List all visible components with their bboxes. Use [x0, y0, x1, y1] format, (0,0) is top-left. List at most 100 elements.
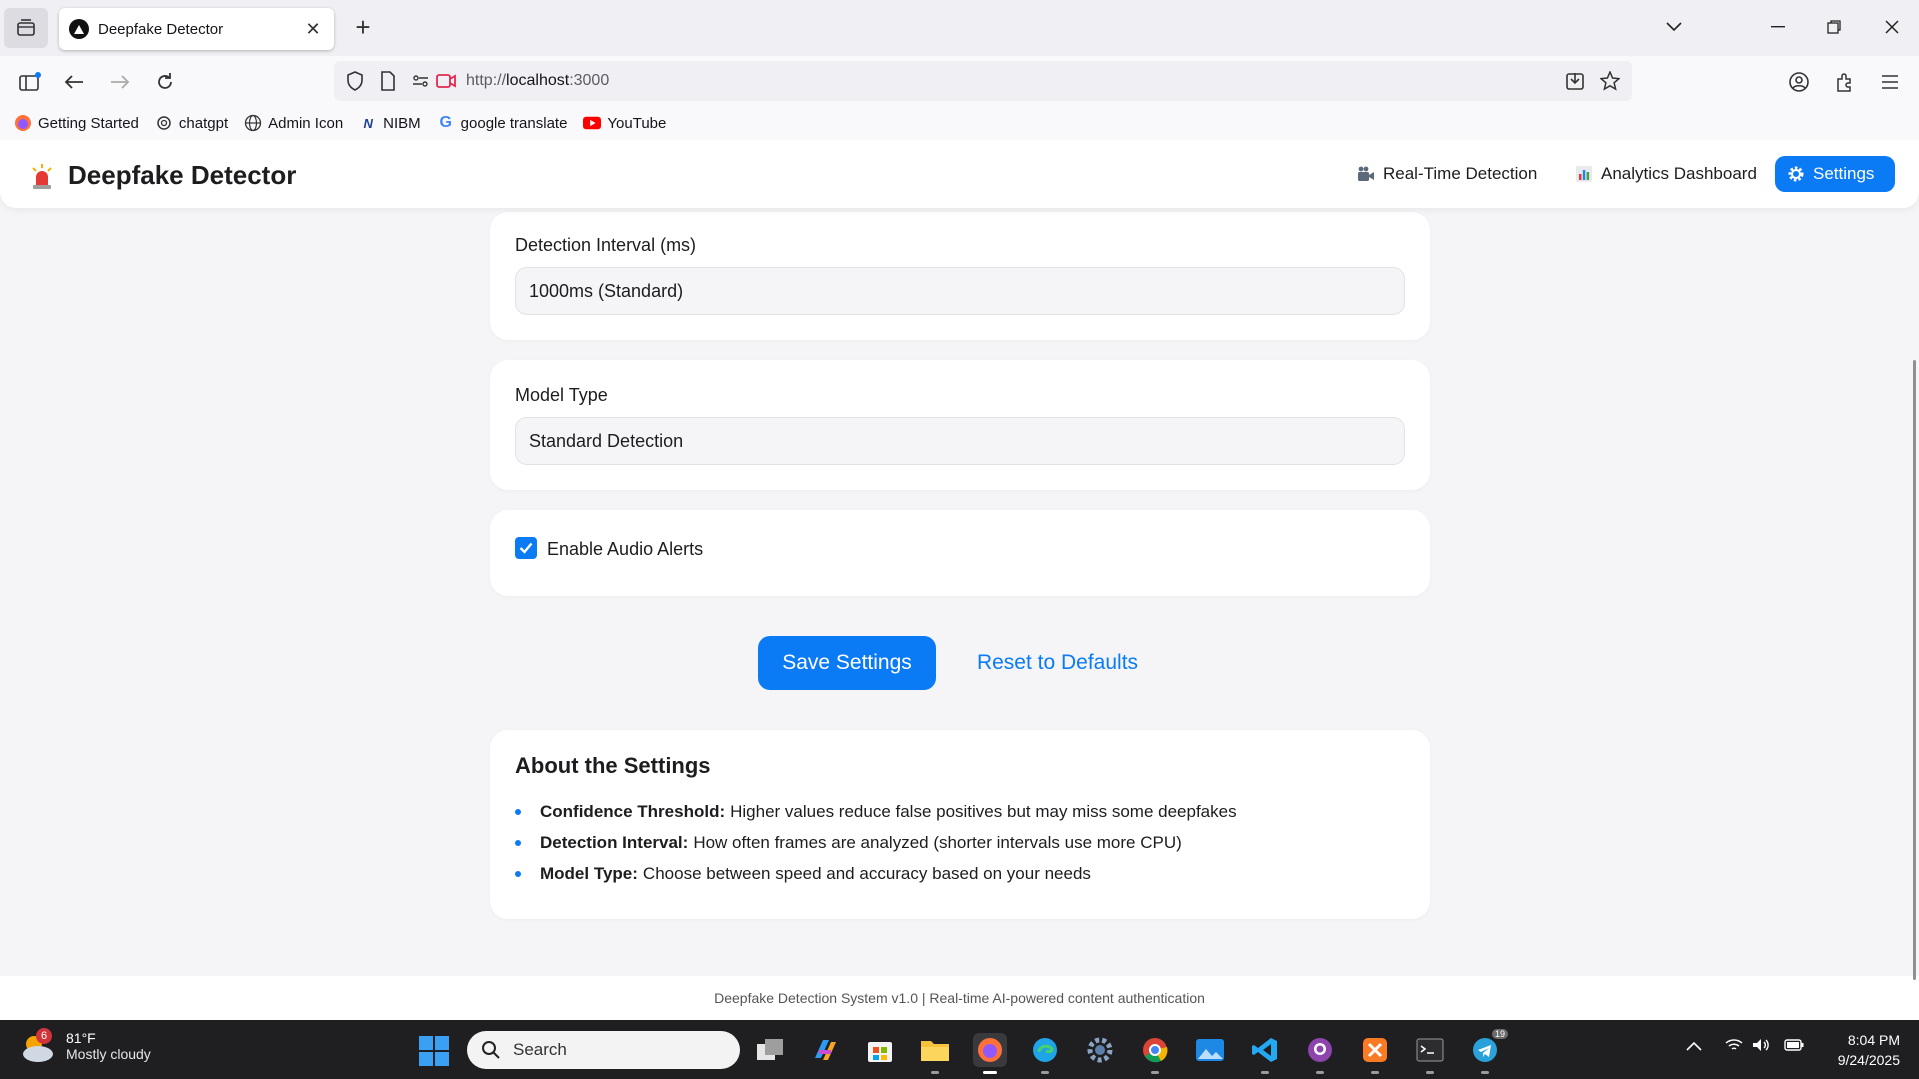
clock-time: 8:04 PM — [1847, 1032, 1900, 1048]
weather-badge: 6 — [36, 1028, 52, 1044]
microsoft-store-icon[interactable] — [863, 1033, 897, 1067]
menu-icon[interactable] — [1874, 66, 1906, 98]
xampp-icon[interactable] — [1358, 1033, 1392, 1074]
minimize-button[interactable] — [1760, 12, 1796, 42]
windows-taskbar: 6 81°F Mostly cloudy Search 19 8:04 PM 9… — [0, 1020, 1919, 1079]
youtube-icon — [583, 114, 602, 132]
taskbar-search[interactable]: Search — [467, 1031, 740, 1069]
detection-interval-select[interactable]: 1000ms (Standard) — [515, 267, 1405, 315]
wifi-icon[interactable] — [1725, 1038, 1743, 1055]
browser-tabbar: Deepfake Detector ✕ + — [0, 0, 1919, 56]
page-info-icon[interactable] — [380, 71, 396, 91]
firefox-taskbar-icon[interactable] — [973, 1033, 1007, 1074]
bookmark-admin-icon[interactable]: Admin Icon — [244, 114, 343, 132]
bookmark-nibm[interactable]: N NIBM — [359, 114, 420, 132]
vscode-icon[interactable] — [1248, 1033, 1282, 1074]
bullet — [515, 808, 521, 815]
nav-settings[interactable]: Settings — [1775, 156, 1895, 192]
gear-icon — [1787, 165, 1805, 183]
sidebar-toggle-icon[interactable] — [14, 66, 46, 98]
start-button[interactable] — [419, 1036, 449, 1066]
weather-temp: 81°F — [66, 1030, 96, 1046]
bookmark-youtube[interactable]: YouTube — [583, 114, 666, 132]
file-explorer-icon[interactable] — [918, 1033, 952, 1074]
tab-list-button[interactable] — [4, 8, 48, 48]
taskbar-clock[interactable]: 8:04 PM 9/24/2025 — [1820, 1030, 1900, 1070]
url-text[interactable]: http://localhost:3000 — [466, 72, 609, 90]
bookmark-chatgpt[interactable]: chatgpt — [155, 114, 228, 132]
page-scrollbar[interactable] — [1913, 360, 1916, 980]
list-item: Model Type: Choose between speed and accu… — [515, 858, 1237, 889]
brand[interactable]: Deepfake Detector — [30, 160, 296, 191]
new-tab-button[interactable]: + — [348, 12, 378, 42]
tab-close-icon[interactable]: ✕ — [302, 19, 324, 40]
tab-title: Deepfake Detector — [98, 20, 224, 38]
siren-icon — [32, 163, 52, 189]
audio-alerts-toggle[interactable]: Enable Audio Alerts — [515, 535, 703, 560]
extensions-icon[interactable] — [1829, 66, 1861, 98]
list-item: Detection Interval: How often frames are … — [515, 827, 1237, 858]
running-indicator — [1041, 1071, 1049, 1074]
edge-icon[interactable] — [1028, 1033, 1062, 1074]
audio-alerts-label: Enable Audio Alerts — [547, 539, 704, 559]
permissions-icon[interactable] — [412, 73, 432, 89]
camera-icon — [1357, 165, 1375, 183]
account-icon[interactable] — [1783, 66, 1815, 98]
weather-desc: Mostly cloudy — [66, 1046, 151, 1062]
close-window-button[interactable] — [1874, 12, 1910, 42]
checkmark-icon — [519, 542, 533, 554]
download-icon[interactable] — [1565, 71, 1585, 91]
bullet — [515, 870, 521, 877]
tray-overflow-chevron-icon[interactable] — [1686, 1038, 1702, 1054]
running-indicator — [1371, 1071, 1379, 1074]
nibm-icon: N — [363, 115, 373, 131]
photos-icon[interactable] — [1193, 1033, 1227, 1067]
forward-arrow-icon[interactable] — [104, 66, 136, 98]
url-bar[interactable]: http://localhost:3000 — [334, 61, 1632, 101]
firefox-icon — [14, 114, 32, 132]
bookmark-google-translate[interactable]: G google translate — [437, 114, 567, 132]
globe-icon — [244, 114, 262, 132]
running-indicator — [1481, 1071, 1489, 1074]
camera-in-use-icon[interactable] — [436, 73, 456, 89]
terminal-icon[interactable] — [1413, 1033, 1447, 1074]
browser-tab-active[interactable]: Deepfake Detector ✕ — [59, 8, 334, 50]
triangle-favicon-icon — [69, 19, 89, 39]
model-type-select[interactable]: Standard Detection — [515, 417, 1405, 465]
copilot-icon[interactable] — [808, 1033, 842, 1067]
brand-name: Deepfake Detector — [68, 160, 297, 190]
about-settings-card: About the Settings Confidence Threshold:… — [490, 730, 1430, 919]
audio-alerts-checkbox[interactable] — [515, 536, 537, 559]
browser-navbar: http://localhost:3000 — [0, 56, 1919, 106]
reload-icon[interactable] — [149, 66, 181, 98]
reset-defaults-button[interactable]: Reset to Defaults — [960, 636, 1155, 690]
save-settings-button[interactable]: Save Settings — [758, 636, 936, 690]
detection-interval-label: Detection Interval (ms) — [515, 235, 697, 255]
google-icon: G — [439, 114, 452, 131]
tab-overflow-chevron-icon[interactable] — [1656, 12, 1692, 42]
settings-app-icon[interactable] — [1083, 1033, 1117, 1067]
restore-button[interactable] — [1816, 12, 1852, 42]
volume-icon[interactable] — [1752, 1038, 1770, 1055]
telegram-badge: 19 — [1491, 1029, 1508, 1039]
github-icon[interactable] — [1303, 1033, 1337, 1074]
bookmark-star-icon[interactable] — [1600, 71, 1620, 91]
bookmark-getting-started[interactable]: Getting Started — [14, 114, 139, 132]
shield-icon[interactable] — [346, 71, 364, 91]
bar-chart-icon — [1575, 165, 1593, 183]
back-arrow-icon[interactable] — [58, 66, 90, 98]
chrome-icon[interactable] — [1138, 1033, 1172, 1074]
model-type-label: Model Type — [515, 385, 608, 405]
telegram-icon[interactable]: 19 — [1468, 1029, 1508, 1074]
bullet — [515, 839, 521, 846]
model-type-card: Model Type Standard Detection — [490, 360, 1430, 490]
app-header: Deepfake Detector Real-Time Detection An… — [0, 140, 1919, 208]
battery-icon[interactable] — [1784, 1038, 1804, 1055]
page-viewport: Deepfake Detector Real-Time Detection An… — [0, 140, 1919, 1020]
detection-interval-card: Detection Interval (ms) 1000ms (Standard… — [490, 212, 1430, 340]
nav-real-time-detection[interactable]: Real-Time Detection — [1345, 156, 1549, 192]
running-indicator — [931, 1071, 939, 1074]
task-view-icon[interactable] — [753, 1033, 787, 1067]
weather-widget[interactable]: 6 81°F Mostly cloudy — [18, 1028, 151, 1064]
nav-analytics-dashboard[interactable]: Analytics Dashboard — [1563, 156, 1769, 192]
